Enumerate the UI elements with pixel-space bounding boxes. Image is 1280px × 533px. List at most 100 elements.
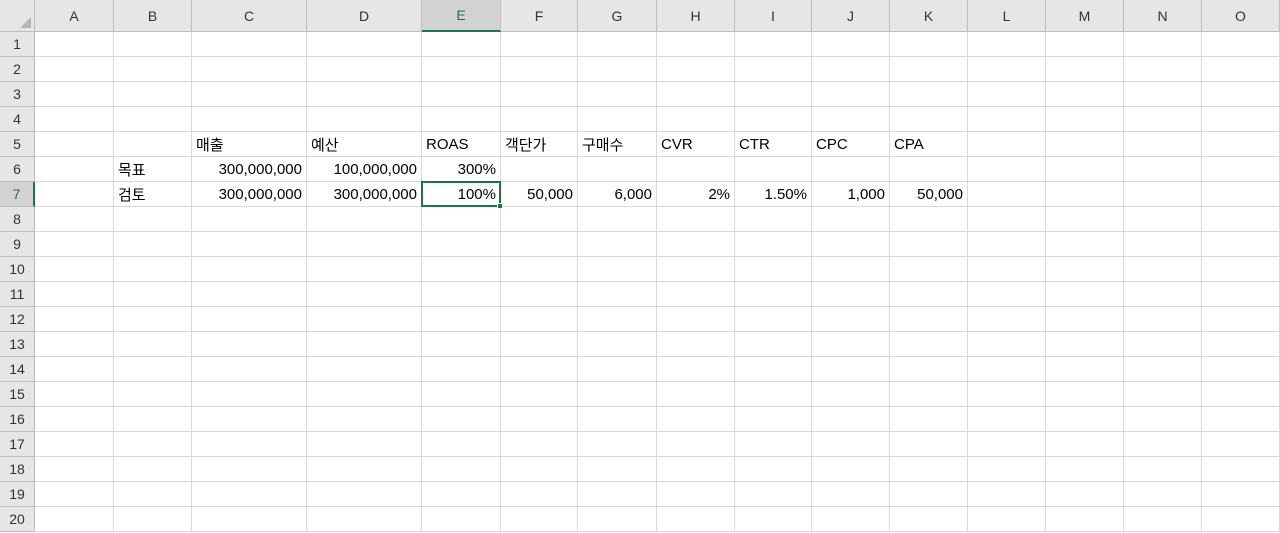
cell-g2[interactable]	[578, 57, 657, 82]
cell-g5[interactable]: 구매수	[578, 132, 657, 157]
cell-g18[interactable]	[578, 457, 657, 482]
cell-b18[interactable]	[114, 457, 192, 482]
cell-i17[interactable]	[735, 432, 812, 457]
row-header-20[interactable]: 20	[0, 507, 35, 532]
row-header-10[interactable]: 10	[0, 257, 35, 282]
cell-h12[interactable]	[657, 307, 735, 332]
cell-j13[interactable]	[812, 332, 890, 357]
cell-o15[interactable]	[1202, 382, 1280, 407]
cell-a6[interactable]	[35, 157, 114, 182]
cell-m1[interactable]	[1046, 32, 1124, 57]
cell-c14[interactable]	[192, 357, 307, 382]
cell-m8[interactable]	[1046, 207, 1124, 232]
cell-b12[interactable]	[114, 307, 192, 332]
cell-o6[interactable]	[1202, 157, 1280, 182]
cell-k1[interactable]	[890, 32, 968, 57]
cell-a18[interactable]	[35, 457, 114, 482]
cell-i10[interactable]	[735, 257, 812, 282]
cell-k10[interactable]	[890, 257, 968, 282]
cell-j20[interactable]	[812, 507, 890, 532]
cell-d18[interactable]	[307, 457, 422, 482]
cell-m18[interactable]	[1046, 457, 1124, 482]
cell-i13[interactable]	[735, 332, 812, 357]
cell-d16[interactable]	[307, 407, 422, 432]
cell-a16[interactable]	[35, 407, 114, 432]
cell-n8[interactable]	[1124, 207, 1202, 232]
cell-j5[interactable]: CPC	[812, 132, 890, 157]
cell-d19[interactable]	[307, 482, 422, 507]
cell-m16[interactable]	[1046, 407, 1124, 432]
cell-a1[interactable]	[35, 32, 114, 57]
row-header-4[interactable]: 4	[0, 107, 35, 132]
cell-e13[interactable]	[422, 332, 501, 357]
cell-o3[interactable]	[1202, 82, 1280, 107]
cell-m17[interactable]	[1046, 432, 1124, 457]
cell-i14[interactable]	[735, 357, 812, 382]
row-header-7[interactable]: 7	[0, 182, 35, 207]
cell-j18[interactable]	[812, 457, 890, 482]
cell-j10[interactable]	[812, 257, 890, 282]
cell-g16[interactable]	[578, 407, 657, 432]
cell-k4[interactable]	[890, 107, 968, 132]
column-header-l[interactable]: L	[968, 0, 1046, 32]
cell-c5[interactable]: 매출	[192, 132, 307, 157]
cell-m20[interactable]	[1046, 507, 1124, 532]
cell-a17[interactable]	[35, 432, 114, 457]
cell-f7[interactable]: 50,000	[501, 182, 578, 207]
cell-i9[interactable]	[735, 232, 812, 257]
cell-a10[interactable]	[35, 257, 114, 282]
cell-f17[interactable]	[501, 432, 578, 457]
column-header-c[interactable]: C	[192, 0, 307, 32]
cell-g7[interactable]: 6,000	[578, 182, 657, 207]
cell-g19[interactable]	[578, 482, 657, 507]
cell-o11[interactable]	[1202, 282, 1280, 307]
cell-k14[interactable]	[890, 357, 968, 382]
cell-n14[interactable]	[1124, 357, 1202, 382]
cell-d13[interactable]	[307, 332, 422, 357]
cell-g3[interactable]	[578, 82, 657, 107]
cell-f1[interactable]	[501, 32, 578, 57]
column-header-e[interactable]: E	[422, 0, 501, 32]
cell-o16[interactable]	[1202, 407, 1280, 432]
cell-b8[interactable]	[114, 207, 192, 232]
row-header-15[interactable]: 15	[0, 382, 35, 407]
cell-f12[interactable]	[501, 307, 578, 332]
cell-o2[interactable]	[1202, 57, 1280, 82]
cell-c1[interactable]	[192, 32, 307, 57]
cell-b10[interactable]	[114, 257, 192, 282]
cell-k3[interactable]	[890, 82, 968, 107]
column-header-j[interactable]: J	[812, 0, 890, 32]
cell-l14[interactable]	[968, 357, 1046, 382]
cell-o5[interactable]	[1202, 132, 1280, 157]
cell-n6[interactable]	[1124, 157, 1202, 182]
cell-e14[interactable]	[422, 357, 501, 382]
cell-o18[interactable]	[1202, 457, 1280, 482]
cell-k15[interactable]	[890, 382, 968, 407]
cell-f19[interactable]	[501, 482, 578, 507]
cell-e1[interactable]	[422, 32, 501, 57]
row-header-19[interactable]: 19	[0, 482, 35, 507]
cell-a8[interactable]	[35, 207, 114, 232]
cell-l5[interactable]	[968, 132, 1046, 157]
cell-h14[interactable]	[657, 357, 735, 382]
cell-i11[interactable]	[735, 282, 812, 307]
cell-k16[interactable]	[890, 407, 968, 432]
cell-e5[interactable]: ROAS	[422, 132, 501, 157]
cell-h7[interactable]: 2%	[657, 182, 735, 207]
cell-a14[interactable]	[35, 357, 114, 382]
cell-i12[interactable]	[735, 307, 812, 332]
cell-n19[interactable]	[1124, 482, 1202, 507]
cell-i15[interactable]	[735, 382, 812, 407]
cell-c15[interactable]	[192, 382, 307, 407]
cell-b20[interactable]	[114, 507, 192, 532]
cell-j19[interactable]	[812, 482, 890, 507]
cell-d17[interactable]	[307, 432, 422, 457]
cell-m2[interactable]	[1046, 57, 1124, 82]
cell-c4[interactable]	[192, 107, 307, 132]
cell-g14[interactable]	[578, 357, 657, 382]
cell-b15[interactable]	[114, 382, 192, 407]
cell-f4[interactable]	[501, 107, 578, 132]
row-header-14[interactable]: 14	[0, 357, 35, 382]
cell-m13[interactable]	[1046, 332, 1124, 357]
cell-h9[interactable]	[657, 232, 735, 257]
